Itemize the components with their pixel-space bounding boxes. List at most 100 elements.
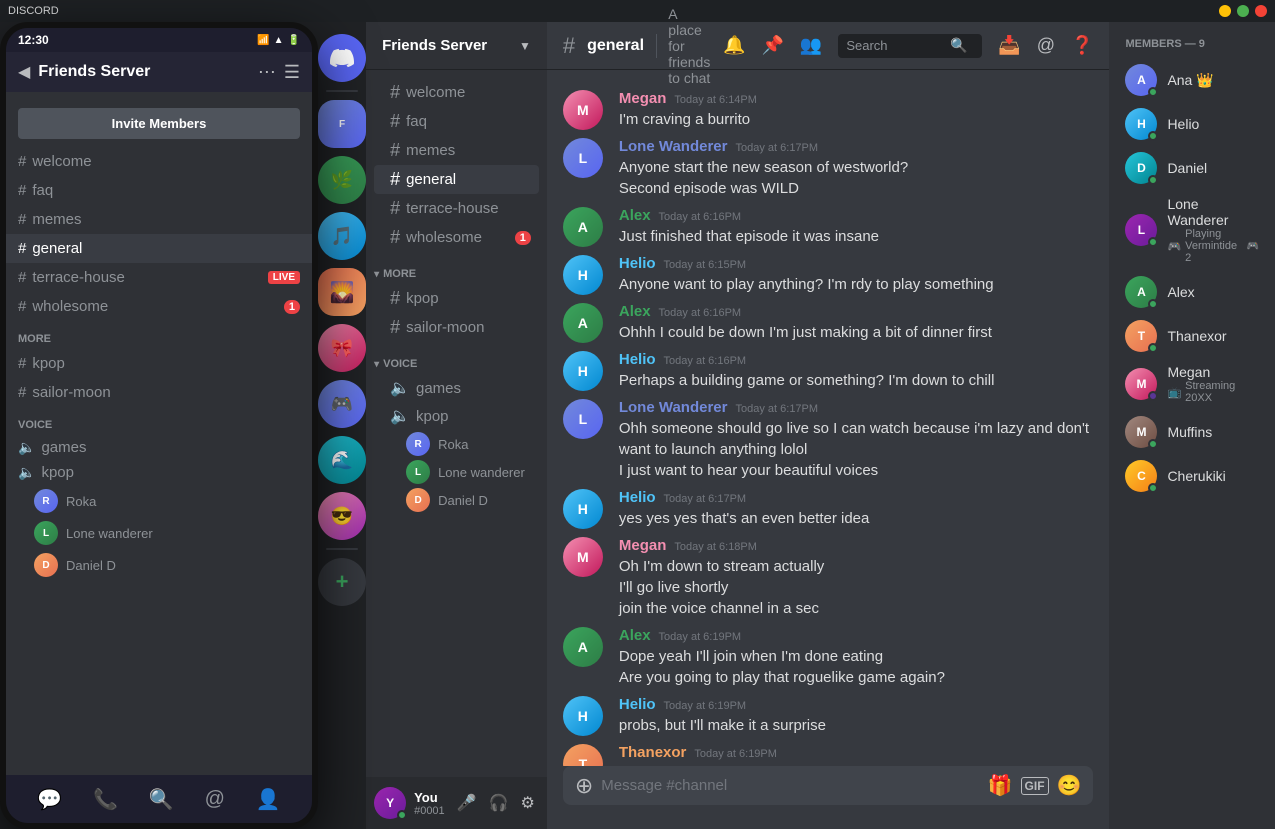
avatar[interactable]: H: [563, 351, 603, 391]
mobile-menu-icon[interactable]: ☰: [284, 62, 300, 83]
avatar[interactable]: H: [563, 255, 603, 295]
message-author[interactable]: Lone Wanderer: [619, 399, 728, 416]
user-avatar[interactable]: Y: [374, 787, 406, 819]
sidebar-item-sailor-moon[interactable]: # sailor-moon: [374, 313, 539, 342]
minimize-button[interactable]: [1219, 5, 1231, 17]
mobile-mention-icon[interactable]: @: [205, 788, 225, 811]
message-author[interactable]: Helio: [619, 351, 656, 368]
help-icon[interactable]: ❓: [1071, 35, 1093, 56]
mobile-channel-wholesome[interactable]: # wholesome 1: [6, 292, 312, 321]
mobile-channel-general[interactable]: # general: [6, 234, 312, 263]
member-item-daniel[interactable]: D Daniel: [1117, 146, 1267, 190]
gift-icon[interactable]: 🎁: [988, 773, 1013, 798]
mobile-search-icon[interactable]: 🔍: [149, 787, 174, 812]
server-icon-s8[interactable]: 😎: [318, 492, 366, 540]
member-item-megan[interactable]: M Megan 📺 Streaming 20XX: [1117, 358, 1267, 410]
inbox-icon[interactable]: 📥: [998, 35, 1020, 56]
avatar[interactable]: A: [563, 303, 603, 343]
message-author[interactable]: Lone Wanderer: [619, 138, 728, 155]
mobile-voice-member-lone[interactable]: L Lone wanderer: [6, 517, 312, 549]
avatar[interactable]: A: [563, 627, 603, 667]
settings-icon[interactable]: ⚙: [517, 789, 539, 817]
voice-member-lone[interactable]: L Lone wanderer: [374, 458, 539, 486]
mobile-channel-memes[interactable]: # memes: [6, 205, 312, 234]
sidebar-item-general[interactable]: # general: [374, 165, 539, 194]
add-file-button[interactable]: ⊕: [575, 773, 593, 799]
server-icon-s6[interactable]: 🎮: [318, 380, 366, 428]
member-item-alex[interactable]: A Alex: [1117, 270, 1267, 314]
server-icon-s4[interactable]: 🌄: [318, 268, 366, 316]
notification-bell-icon[interactable]: 🔔: [723, 35, 745, 56]
emoji-icon[interactable]: 😊: [1057, 773, 1082, 798]
close-button[interactable]: [1255, 5, 1267, 17]
members-list-icon[interactable]: 👥: [800, 35, 822, 56]
server-icon-s3[interactable]: 🎵: [318, 212, 366, 260]
mention-icon[interactable]: @: [1037, 35, 1055, 56]
search-box[interactable]: 🔍: [838, 34, 982, 58]
mobile-channel-sailor-moon[interactable]: # sailor-moon: [6, 378, 312, 407]
mobile-channel-kpop[interactable]: # kpop: [6, 349, 312, 378]
more-section-header[interactable]: ▾ MORE: [366, 252, 547, 284]
mobile-channel-welcome[interactable]: # welcome: [6, 147, 312, 176]
mobile-chat-icon[interactable]: 💬: [37, 787, 62, 812]
mobile-voice-member-roka[interactable]: R Roka: [6, 485, 312, 517]
mobile-more-icon[interactable]: ⋯: [258, 62, 276, 83]
server-icon-discord[interactable]: [318, 34, 366, 82]
chat-input-box[interactable]: ⊕ 🎁 GIF 😊: [563, 766, 1094, 805]
server-icon-friends[interactable]: F: [318, 100, 366, 148]
message-author[interactable]: Megan: [619, 537, 667, 554]
gif-icon[interactable]: GIF: [1021, 777, 1049, 795]
voice-member-roka[interactable]: R Roka: [374, 430, 539, 458]
avatar[interactable]: M: [563, 537, 603, 577]
window-controls[interactable]: [1219, 5, 1267, 17]
sidebar-item-welcome[interactable]: # welcome: [374, 78, 539, 107]
mobile-call-icon[interactable]: 📞: [93, 787, 118, 812]
sidebar-item-terrace-house[interactable]: # terrace-house: [374, 194, 539, 223]
add-server-button[interactable]: +: [318, 558, 366, 606]
voice-section-header[interactable]: ▾ VOICE: [366, 342, 547, 374]
mute-icon[interactable]: 🎤: [453, 789, 481, 817]
sidebar-item-wholesome[interactable]: # wholesome 1: [374, 223, 539, 252]
mobile-back-icon[interactable]: ◀: [18, 62, 30, 82]
member-item-thanexor[interactable]: T Thanexor: [1117, 314, 1267, 358]
mobile-channel-terrace[interactable]: # terrace-house LIVE: [6, 263, 312, 292]
server-icon-s5[interactable]: 🎀: [318, 324, 366, 372]
message-author[interactable]: Megan: [619, 90, 667, 107]
message-author[interactable]: Helio: [619, 489, 656, 506]
avatar[interactable]: H: [563, 696, 603, 736]
sidebar-item-faq[interactable]: # faq: [374, 107, 539, 136]
voice-channel-games[interactable]: 🔈 games: [374, 374, 539, 402]
avatar[interactable]: M: [563, 90, 603, 130]
pin-icon[interactable]: 📌: [761, 35, 783, 56]
member-item-helio[interactable]: H Helio: [1117, 102, 1267, 146]
mobile-profile-icon[interactable]: 👤: [256, 787, 281, 812]
mobile-invite-button[interactable]: Invite Members: [18, 108, 300, 139]
message-author[interactable]: Alex: [619, 207, 651, 224]
avatar[interactable]: L: [563, 138, 603, 178]
message-author[interactable]: Alex: [619, 627, 651, 644]
voice-member-daniel[interactable]: D Daniel D: [374, 486, 539, 514]
message-author[interactable]: Helio: [619, 696, 656, 713]
deafen-icon[interactable]: 🎧: [485, 789, 513, 817]
mobile-voice-kpop[interactable]: 🔈 kpop: [6, 460, 312, 485]
avatar[interactable]: L: [563, 399, 603, 439]
sidebar-item-memes[interactable]: # memes: [374, 136, 539, 165]
message-input[interactable]: [601, 766, 979, 805]
sidebar-item-kpop[interactable]: # kpop: [374, 284, 539, 313]
message-author[interactable]: Helio: [619, 255, 656, 272]
member-item-cherukiki[interactable]: C Cherukiki: [1117, 454, 1267, 498]
member-item-ana[interactable]: A Ana 👑: [1117, 58, 1267, 102]
avatar[interactable]: T: [563, 744, 603, 766]
mobile-voice-member-daniel[interactable]: D Daniel D: [6, 549, 312, 581]
message-author[interactable]: Thanexor: [619, 744, 687, 761]
avatar[interactable]: H: [563, 489, 603, 529]
member-item-lone-wanderer[interactable]: L Lone Wanderer 🎮 Playing Vermintide 2 🎮: [1117, 190, 1267, 270]
voice-channel-kpop[interactable]: 🔈 kpop: [374, 402, 539, 430]
message-author[interactable]: Alex: [619, 303, 651, 320]
search-input[interactable]: [846, 38, 946, 53]
member-item-muffins[interactable]: M Muffins: [1117, 410, 1267, 454]
maximize-button[interactable]: [1237, 5, 1249, 17]
mobile-voice-games[interactable]: 🔈 games: [6, 435, 312, 460]
server-icon-s7[interactable]: 🌊: [318, 436, 366, 484]
server-name-header[interactable]: Friends Server ▼: [366, 22, 547, 70]
